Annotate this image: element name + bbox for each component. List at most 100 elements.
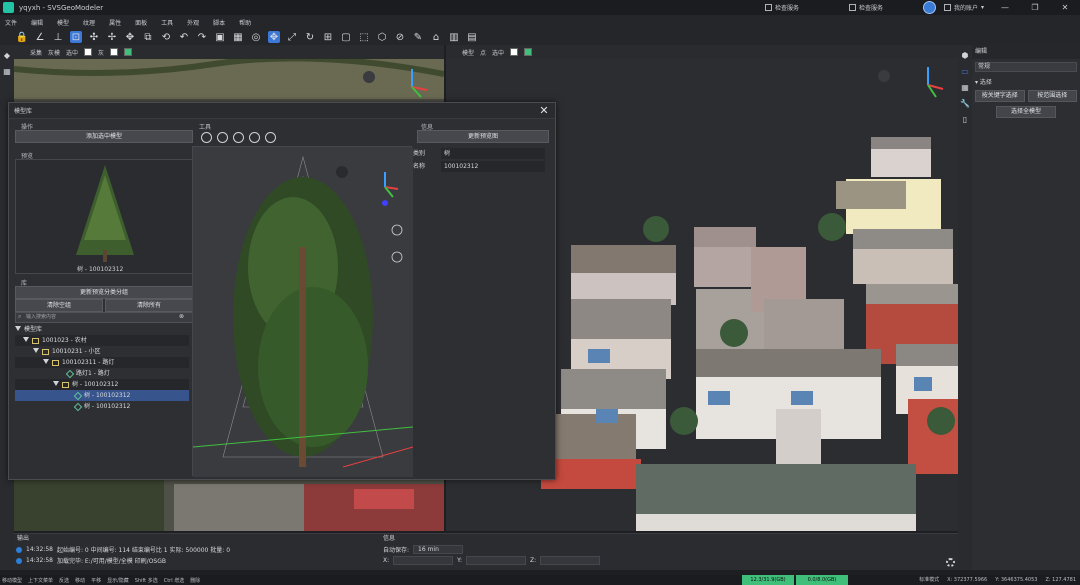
refresh-preview-button[interactable]: 更新预览图 xyxy=(417,130,549,143)
tree-node-streetlights[interactable]: 100102311 - 路灯 xyxy=(15,357,189,368)
menu-help[interactable]: 帮助 xyxy=(239,18,251,27)
angle-icon[interactable]: ∠ xyxy=(34,31,46,43)
mesh-icon[interactable]: ▦ xyxy=(2,67,12,77)
user-avatar-icon[interactable] xyxy=(922,1,936,14)
rotate-right-icon[interactable] xyxy=(217,131,228,143)
wall-icon[interactable]: ▥ xyxy=(448,31,460,43)
autosave-field[interactable]: 16 min xyxy=(413,545,464,554)
rotate-left-icon[interactable] xyxy=(201,131,212,143)
z-field[interactable] xyxy=(540,556,601,565)
model-cube-icon xyxy=(73,402,83,411)
target-icon[interactable]: ◎ xyxy=(250,31,262,43)
select-by-range-button[interactable]: 按范围选择 xyxy=(1027,90,1077,102)
y-field[interactable] xyxy=(466,556,527,565)
frame-select-icon[interactable]: ▭ xyxy=(960,67,970,77)
menu-model[interactable]: 模型 xyxy=(57,18,69,27)
collect-dropdown[interactable]: 采集 xyxy=(30,48,42,57)
frame-icon[interactable]: ▣ xyxy=(214,31,226,43)
x-field[interactable] xyxy=(393,556,454,565)
pages-icon[interactable]: ▯ xyxy=(960,115,970,125)
layer-icon[interactable]: ◆ xyxy=(2,51,12,61)
white-swatch-right[interactable] xyxy=(510,48,519,56)
menu-panels[interactable]: 面板 xyxy=(135,18,147,27)
model-3d-preview[interactable] xyxy=(192,146,414,477)
zoom-icon[interactable] xyxy=(265,131,276,143)
color-dropdown[interactable]: 灰 xyxy=(98,48,104,57)
search-input[interactable]: 输入搜索内容 xyxy=(15,312,193,323)
redo-icon[interactable]: ↷ xyxy=(196,31,208,43)
add-selected-model-button[interactable]: 添加选中模型 xyxy=(15,130,193,143)
axis-icon[interactable]: ⊥ xyxy=(52,31,64,43)
menu-tools[interactable]: 工具 xyxy=(161,18,173,27)
right-tool-strip: ⬢ ▭ ▦ 🔧 ▯ xyxy=(958,45,972,570)
update-preview-group-button[interactable]: 更新预览分类分组 xyxy=(15,286,193,299)
texture-icon[interactable]: ⬡ xyxy=(376,31,388,43)
minimize-button[interactable]: — xyxy=(990,0,1020,15)
tree-node-tree-selected[interactable]: 树 - 100102312 xyxy=(15,390,189,401)
tag-icon[interactable]: ⊘ xyxy=(394,31,406,43)
menu-attributes[interactable]: 属性 xyxy=(109,18,121,27)
wrench-icon[interactable]: 🔧 xyxy=(960,99,970,109)
clear-search-icon[interactable]: ⊗ xyxy=(179,313,184,320)
model-dropdown[interactable]: 模型 xyxy=(462,48,474,57)
checker-icon[interactable]: ▦ xyxy=(960,83,970,93)
menu-script[interactable]: 脚本 xyxy=(213,18,225,27)
select-dropdown[interactable]: 选中 xyxy=(66,48,78,57)
snap-icon[interactable]: ✣ xyxy=(88,31,100,43)
selection-section[interactable]: ▾ 选择 xyxy=(972,75,1080,88)
gear-icon[interactable] xyxy=(946,558,955,567)
gray-dropdown[interactable]: 灰模 xyxy=(48,48,60,57)
check-service-link-2[interactable]: 检查服务 xyxy=(848,3,883,12)
menu-bar: 文件 编辑 模型 纹理 属性 面板 工具 外观 脚本 帮助 xyxy=(0,15,1080,29)
check-service-link-1[interactable]: 检查服务 xyxy=(764,3,799,12)
close-window-button[interactable]: ✕ xyxy=(1050,0,1080,15)
point-icon[interactable]: ✢ xyxy=(106,31,118,43)
menu-edit[interactable]: 编辑 xyxy=(31,18,43,27)
copy-icon[interactable]: ⧉ xyxy=(142,31,154,43)
point-dropdown[interactable]: 点 xyxy=(480,48,486,57)
white-swatch[interactable] xyxy=(84,48,93,56)
tree-node-tree-group[interactable]: 树 - 100102312 xyxy=(15,379,189,390)
expand-triangle-icon xyxy=(33,348,39,353)
merge-icon[interactable]: ⊞ xyxy=(322,31,334,43)
move-icon[interactable]: ✥ xyxy=(124,31,136,43)
mode-select[interactable]: 常规 xyxy=(975,62,1077,72)
maximize-button[interactable]: ❐ xyxy=(1020,0,1050,15)
select-dropdown-right[interactable]: 选中 xyxy=(492,48,504,57)
tree-node-tree-2[interactable]: 树 - 100102312 xyxy=(15,401,189,412)
pen-icon[interactable]: ✎ xyxy=(412,31,424,43)
undo-icon[interactable]: ↶ xyxy=(178,31,190,43)
select-all-models-button[interactable]: 选择全模型 xyxy=(996,106,1056,118)
transform-icon[interactable]: ✥ xyxy=(268,31,280,43)
clear-empty-groups-button[interactable]: 清除空组 xyxy=(15,299,103,312)
face-icon[interactable]: ▢ xyxy=(340,31,352,43)
flip-icon[interactable] xyxy=(233,131,244,143)
rotate-icon[interactable]: ⟲ xyxy=(160,31,172,43)
scale-icon[interactable]: ⤢ xyxy=(286,31,298,43)
tree-node-root[interactable]: 模型库 xyxy=(15,324,189,335)
cube-icon[interactable]: ⬢ xyxy=(960,51,970,61)
menu-appearance[interactable]: 外观 xyxy=(187,18,199,27)
home-icon[interactable]: ⌂ xyxy=(430,31,442,43)
rotate-icon-2[interactable]: ↻ xyxy=(304,31,316,43)
reset-view-icon[interactable] xyxy=(249,131,260,143)
tree-node-community[interactable]: 10010231 - 小区 xyxy=(15,346,189,357)
green-swatch[interactable] xyxy=(124,48,133,56)
green-swatch-right[interactable] xyxy=(524,48,533,56)
building-icon[interactable]: ▤ xyxy=(466,31,478,43)
measure-icon[interactable]: ⊡ xyxy=(70,31,82,43)
clear-all-button[interactable]: 清除所有 xyxy=(105,299,193,312)
select-by-keyword-button[interactable]: 按关键字选择 xyxy=(975,90,1025,102)
menu-file[interactable]: 文件 xyxy=(5,18,17,27)
menu-texture[interactable]: 纹理 xyxy=(83,18,95,27)
tree-node-village[interactable]: 1001023 - 农村 xyxy=(15,335,189,346)
status-bar: 移动模型 上下文菜单 反选 移动 平移 显示/隐藏 Shift 多选 Ctrl … xyxy=(0,575,1080,585)
dialog-close-button[interactable]: ✕ xyxy=(538,105,550,117)
left-viewport-header: 采集 灰模 选中 灰 xyxy=(14,45,444,59)
box-icon[interactable]: ⬚ xyxy=(358,31,370,43)
tree-node-streetlight-1[interactable]: 路灯1 - 路灯 xyxy=(15,368,189,379)
white-swatch-2[interactable] xyxy=(110,48,119,56)
grid-icon[interactable]: ▦ xyxy=(232,31,244,43)
lock-icon[interactable]: 🔒 xyxy=(16,31,28,43)
user-menu[interactable]: 我的账户 ▾ xyxy=(943,3,984,12)
